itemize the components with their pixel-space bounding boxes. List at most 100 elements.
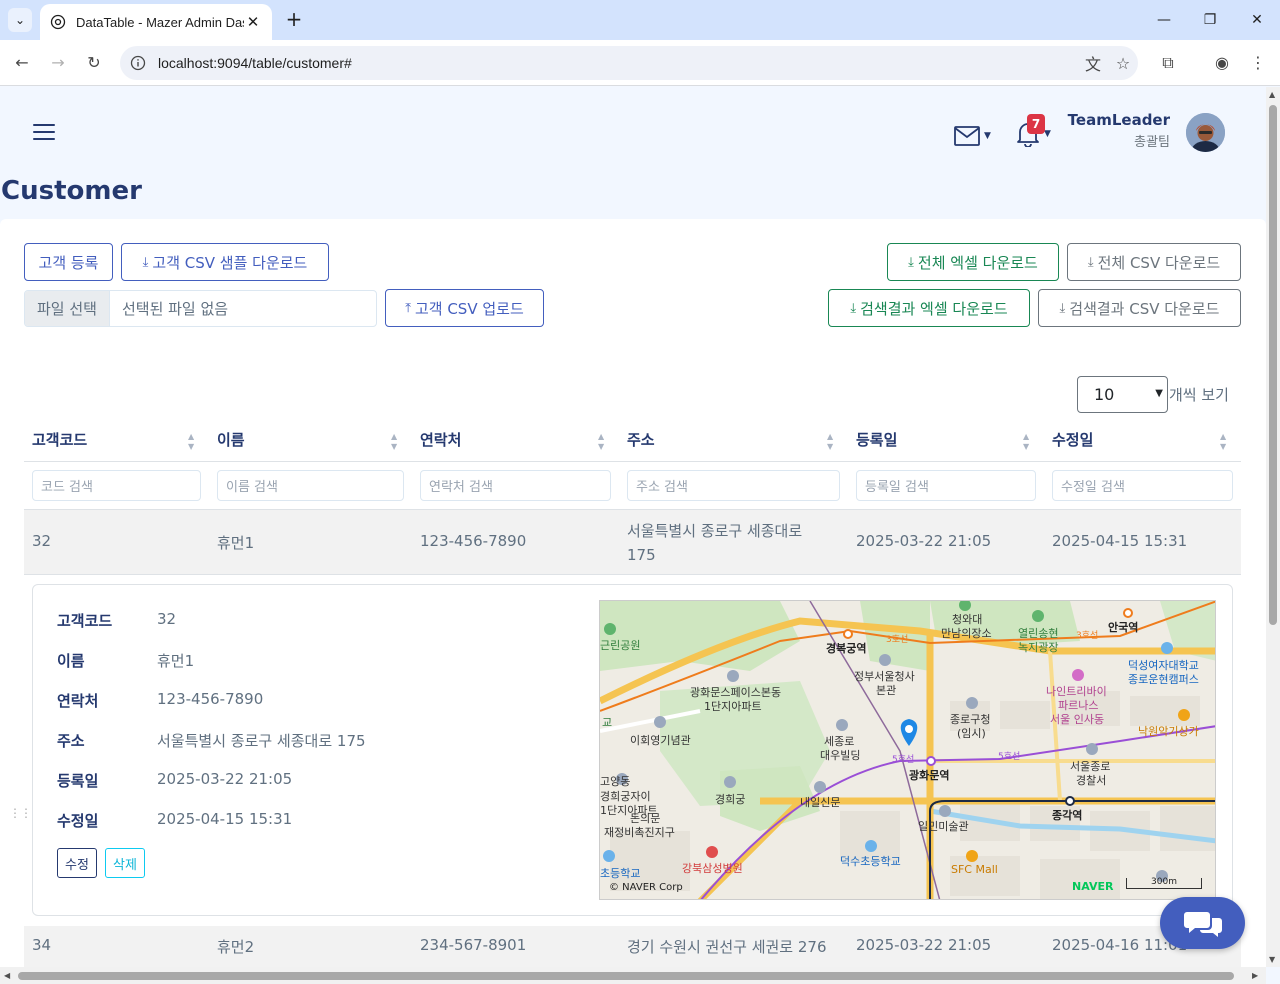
phone-search-input[interactable]: 연락처 검색 — [420, 470, 611, 501]
avatar-image — [1186, 113, 1225, 152]
tab-close-icon[interactable]: ✕ — [244, 13, 262, 31]
column-header-phone[interactable]: 연락처 — [420, 429, 461, 450]
file-choose-button[interactable]: 파일 선택 — [25, 291, 110, 326]
updated-search-input[interactable]: 수정일 검색 — [1052, 470, 1233, 501]
vertical-scroll-thumb[interactable] — [1269, 105, 1277, 625]
browser-menu-icon[interactable]: ⋮ — [1246, 51, 1270, 75]
horizontal-scroll-thumb[interactable] — [18, 972, 1234, 980]
map-label: 종각역 — [1052, 809, 1083, 822]
extensions-icon[interactable]: ⧉ — [1156, 51, 1180, 75]
sort-icon[interactable]: ▲ ▼ — [827, 432, 833, 452]
cell-address: 서울특별시 종로구 세종대로 175 — [627, 519, 802, 567]
download-icon: ⤓ — [1087, 254, 1094, 270]
map-label: 1단지아파트 — [704, 700, 762, 713]
window-close-button[interactable]: ✕ — [1234, 6, 1280, 34]
page-size-label: 개씩 보기 — [1169, 386, 1229, 404]
reload-icon[interactable]: ↻ — [82, 51, 106, 75]
user-menu[interactable]: TeamLeader 총괄팀 — [1068, 111, 1170, 150]
created-search-input[interactable]: 등록일 검색 — [856, 470, 1036, 501]
column-header-address[interactable]: 주소 — [627, 429, 655, 450]
restore-button[interactable]: ❐ — [1187, 6, 1233, 34]
cell-phone: 123-456-7890 — [420, 532, 527, 550]
map-label: 일민미술관 — [918, 820, 969, 833]
cell-created: 2025-03-22 21:05 — [856, 936, 992, 954]
map-label: 경희궁 — [715, 793, 746, 806]
address-bar[interactable]: localhost:9094/table/customer# 文 ☆ — [120, 46, 1138, 80]
bookmark-star-icon[interactable]: ☆ — [1108, 54, 1138, 73]
chevron-down-icon: ▼ — [1155, 388, 1163, 399]
user-team: 총괄팀 — [1134, 135, 1170, 150]
location-map[interactable]: 경복궁역 안국역 3호선 3호선 5호선 5호선 청와대 만남의장소 열린송현 … — [599, 600, 1216, 900]
delete-button[interactable]: 삭제 — [105, 848, 145, 878]
menu-toggle-icon[interactable] — [33, 124, 55, 145]
address-line: 175 — [627, 546, 656, 564]
upload-icon: ⤒ — [405, 300, 411, 316]
minimize-button[interactable]: — — [1141, 6, 1187, 34]
site-info-icon[interactable] — [130, 55, 146, 71]
tab-search-button[interactable]: ⌄ — [8, 8, 32, 32]
register-label: 고객 등록 — [38, 253, 99, 272]
chat-button[interactable] — [1160, 897, 1245, 949]
csv-upload-label: 고객 CSV 업로드 — [414, 299, 524, 318]
forward-icon[interactable]: → — [46, 51, 70, 75]
address-search-input[interactable]: 주소 검색 — [627, 470, 840, 501]
sort-icon[interactable]: ▲ ▼ — [188, 432, 194, 452]
browser-tab-bar: ⌄ DataTable - Mazer Admin Dashboard ✕ + … — [0, 0, 1280, 40]
csv-search-label: 검색결과 CSV 다운로드 — [1069, 299, 1220, 318]
csv-file-input[interactable]: 파일 선택 선택된 파일 없음 — [24, 290, 377, 327]
column-header-created[interactable]: 등록일 — [856, 429, 897, 450]
back-icon[interactable]: ← — [10, 51, 34, 75]
avatar[interactable] — [1186, 113, 1225, 152]
sort-icon[interactable]: ▲ ▼ — [1023, 432, 1029, 452]
map-label: 이회영기념관 — [630, 734, 691, 747]
csv-upload-button[interactable]: ⤒ 고객 CSV 업로드 — [385, 289, 544, 327]
map-label: 3호선 — [1076, 631, 1099, 641]
detail-label: 이름 — [57, 652, 85, 670]
code-search-input[interactable]: 코드 검색 — [32, 470, 201, 501]
cell-name: 휴먼2 — [217, 938, 255, 956]
browser-tab[interactable]: DataTable - Mazer Admin Dashboard ✕ — [40, 4, 272, 40]
cell-name: 휴먼1 — [217, 534, 255, 552]
scroll-left-icon[interactable]: ◀ — [4, 971, 10, 980]
naver-logo: NAVER — [1072, 880, 1114, 893]
map-label: 5호선 — [998, 752, 1021, 762]
page-size-value: 10 — [1094, 385, 1115, 404]
page-size-select[interactable]: 10 ▼ — [1077, 376, 1168, 413]
name-search-input[interactable]: 이름 검색 — [217, 470, 404, 501]
horizontal-scrollbar[interactable]: ◀ ▶ — [0, 967, 1266, 984]
scroll-down-icon[interactable]: ▼ — [1269, 955, 1275, 964]
detail-value: 32 — [157, 610, 177, 628]
column-header-updated[interactable]: 수정일 — [1052, 429, 1093, 450]
map-label: 덕수초등학교 — [840, 855, 901, 868]
scroll-right-icon[interactable]: ▶ — [1252, 971, 1258, 980]
drag-handle-icon[interactable]: ⋮⋮ — [9, 806, 32, 820]
map-label: 만남의장소 — [941, 627, 992, 640]
csv-sample-download-button[interactable]: ⤓ 고객 CSV 샘플 다운로드 — [121, 243, 329, 281]
download-icon: ⤓ — [142, 254, 149, 270]
profile-icon[interactable]: ◉ — [1210, 51, 1234, 75]
vertical-scrollbar[interactable]: ▲ ▼ — [1266, 87, 1280, 967]
sort-icon[interactable]: ▲ ▼ — [1220, 432, 1226, 452]
sort-icon[interactable]: ▲ ▼ — [391, 432, 397, 452]
translate-icon[interactable]: 文 — [1078, 51, 1108, 75]
map-label: 내일신문 — [800, 796, 841, 809]
map-label: 근린공원 — [600, 639, 641, 652]
register-customer-button[interactable]: 고객 등록 — [24, 243, 113, 281]
csv-search-download-button[interactable]: ⤓ 검색결과 CSV 다운로드 — [1038, 289, 1241, 327]
column-header-name[interactable]: 이름 — [217, 429, 245, 450]
sort-icon[interactable]: ▲ ▼ — [598, 432, 604, 452]
scroll-up-icon[interactable]: ▲ — [1269, 90, 1275, 99]
column-header-code[interactable]: 고객코드 — [32, 429, 87, 450]
excel-search-download-button[interactable]: ⤓ 검색결과 엑셀 다운로드 — [828, 289, 1030, 327]
csv-all-label: 전체 CSV 다운로드 — [1097, 253, 1221, 272]
browser-toolbar: ← → ↻ localhost:9094/table/customer# 文 ☆… — [0, 40, 1280, 86]
new-tab-button[interactable]: + — [282, 8, 306, 32]
excel-all-download-button[interactable]: ⤓ 전체 엑셀 다운로드 — [887, 243, 1059, 281]
map-label: 대우빌딩 — [820, 749, 861, 762]
map-label: 본관 — [876, 684, 897, 697]
csv-all-download-button[interactable]: ⤓ 전체 CSV 다운로드 — [1067, 243, 1241, 281]
map-label: (임시) — [957, 727, 986, 740]
edit-button[interactable]: 수정 — [57, 848, 97, 878]
map-label: 5호선 — [892, 755, 915, 765]
messages-dropdown[interactable]: ▼ — [954, 123, 991, 148]
